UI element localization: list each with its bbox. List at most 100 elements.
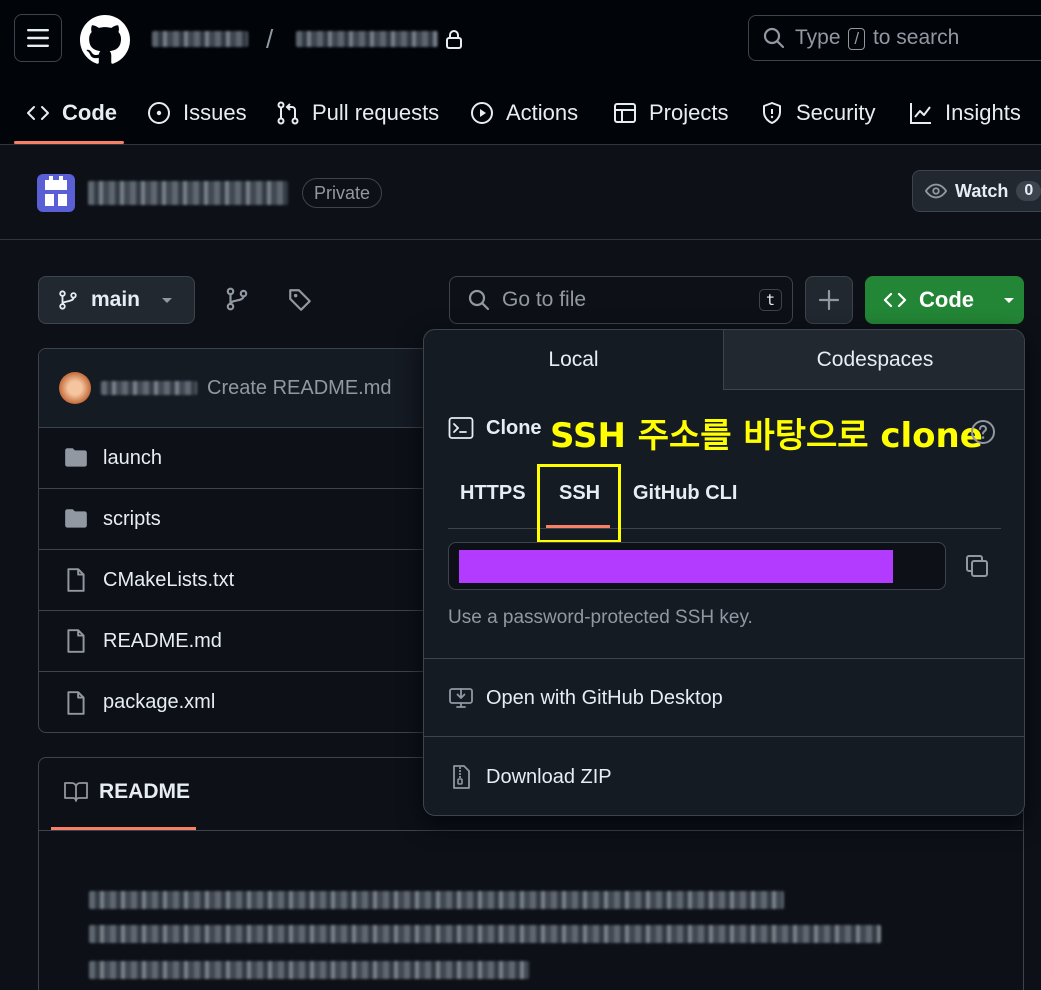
repo-owner-avatar[interactable] — [37, 174, 75, 212]
tab-insights-label: Insights — [945, 100, 1021, 125]
repo-title-redacted[interactable] — [88, 181, 288, 205]
header-divider — [0, 239, 1041, 240]
copy-icon[interactable] — [964, 553, 990, 579]
committer-name-redacted[interactable] — [101, 381, 197, 395]
tab-projects-label: Projects — [649, 100, 729, 125]
watch-label: Watch — [955, 180, 1009, 201]
go-to-file-placeholder: Go to file — [502, 288, 587, 311]
list-item[interactable]: scripts — [39, 489, 437, 550]
code-icon — [883, 292, 907, 308]
file-name[interactable]: README.md — [103, 630, 222, 653]
play-icon — [471, 102, 493, 124]
chevron-down-icon — [162, 298, 173, 303]
readme-text-redacted — [89, 961, 529, 979]
book-icon — [64, 782, 88, 802]
commit-message[interactable]: Create README.md — [207, 377, 392, 400]
tab-security-label: Security — [796, 100, 876, 125]
graph-icon — [910, 103, 931, 124]
file-name[interactable]: scripts — [103, 508, 161, 531]
list-item[interactable]: launch — [39, 428, 437, 489]
file-icon — [67, 629, 85, 653]
tab-projects[interactable]: Projects — [613, 82, 728, 144]
add-file-button[interactable] — [805, 276, 853, 324]
protocol-divider — [448, 528, 1001, 529]
tab-security[interactable]: Security — [760, 82, 875, 144]
list-item[interactable]: README.md — [39, 611, 437, 672]
code-icon — [27, 106, 49, 120]
tab-issues-label: Issues — [183, 100, 247, 125]
hamburger-icon — [27, 29, 49, 47]
protocol-tab-github-cli[interactable]: GitHub CLI — [633, 482, 737, 505]
open-desktop-label: Open with GitHub Desktop — [486, 686, 723, 709]
readme-text-redacted — [89, 891, 784, 909]
file-name[interactable]: package.xml — [103, 691, 215, 714]
tag-icon — [289, 289, 311, 311]
tab-pull-requests-label: Pull requests — [312, 100, 440, 125]
panel-divider — [424, 658, 1024, 659]
branches-link[interactable] — [224, 286, 250, 312]
help-icon[interactable] — [970, 419, 996, 445]
folder-icon — [65, 509, 87, 528]
tab-code-label: Code — [62, 100, 117, 125]
download-zip-label: Download ZIP — [486, 765, 612, 788]
desktop-download-icon — [449, 688, 473, 708]
annotation-text: SSH 주소를 바탕으로 clone — [550, 416, 983, 456]
path-separator: / — [266, 24, 274, 54]
ssh-hint-text: Use a password-protected SSH key. — [448, 607, 753, 628]
search-icon — [763, 27, 785, 49]
branch-name: main — [91, 288, 141, 311]
search-placeholder: Type / to search — [795, 26, 960, 50]
eye-icon — [925, 183, 947, 199]
terminal-icon — [448, 417, 474, 439]
tab-actions-label: Actions — [506, 100, 579, 125]
panel-divider — [424, 736, 1024, 737]
committer-avatar[interactable] — [59, 372, 91, 404]
tab-code[interactable]: Code — [26, 82, 117, 144]
branch-icon — [59, 290, 77, 310]
tab-local[interactable]: Local — [424, 330, 724, 390]
file-zip-icon — [453, 765, 470, 789]
readme-tab[interactable]: README — [63, 780, 190, 804]
download-zip-item[interactable]: Download ZIP — [448, 764, 612, 790]
go-to-file-input[interactable]: Go to file t — [449, 276, 793, 324]
tab-issues[interactable]: Issues — [147, 82, 247, 144]
watch-button[interactable]: Watch 0 — [912, 170, 1041, 212]
pull-request-icon — [277, 101, 299, 125]
file-list: Create README.md launch scripts CMakeLis… — [38, 348, 438, 733]
table-icon — [614, 103, 636, 123]
lock-icon — [445, 29, 463, 49]
readme-divider — [39, 830, 1023, 831]
tab-insights[interactable]: Insights — [909, 82, 1021, 144]
issue-icon — [148, 102, 170, 124]
github-logo-icon[interactable] — [80, 15, 130, 65]
shield-icon — [763, 102, 781, 124]
list-item[interactable]: package.xml — [39, 672, 437, 732]
latest-commit-row: Create README.md — [39, 349, 437, 428]
tags-link[interactable] — [287, 287, 313, 313]
go-to-file-shortcut: t — [758, 289, 782, 311]
open-with-github-desktop-item[interactable]: Open with GitHub Desktop — [448, 685, 723, 711]
repo-name-redacted[interactable] — [296, 31, 438, 47]
search-icon — [468, 289, 490, 311]
code-button-label: Code — [919, 287, 974, 312]
list-item[interactable]: CMakeLists.txt — [39, 550, 437, 611]
owner-name-redacted[interactable] — [152, 31, 248, 47]
search-box[interactable]: Type / to search — [748, 15, 1041, 61]
file-name[interactable]: CMakeLists.txt — [103, 569, 234, 592]
clone-title: Clone — [486, 416, 542, 439]
tab-codespaces[interactable]: Codespaces — [724, 330, 1024, 390]
plus-icon — [818, 289, 840, 311]
protocol-tab-https[interactable]: HTTPS — [460, 482, 526, 505]
folder-icon — [65, 448, 87, 467]
readme-title: README — [99, 780, 191, 803]
code-dropdown-button[interactable]: Code — [865, 276, 1024, 324]
visibility-badge: Private — [302, 178, 383, 208]
branch-selector-button[interactable]: main — [38, 276, 195, 324]
clone-dropdown-panel: Local Codespaces Clone SSH 주소를 바탕으로 clon… — [423, 329, 1025, 816]
ssh-highlight-box — [537, 464, 621, 543]
tab-actions[interactable]: Actions — [470, 82, 578, 144]
tab-pull-requests[interactable]: Pull requests — [276, 82, 439, 144]
file-name[interactable]: launch — [103, 447, 162, 470]
hamburger-menu-button[interactable] — [14, 14, 62, 62]
clone-url-input[interactable] — [448, 542, 946, 590]
